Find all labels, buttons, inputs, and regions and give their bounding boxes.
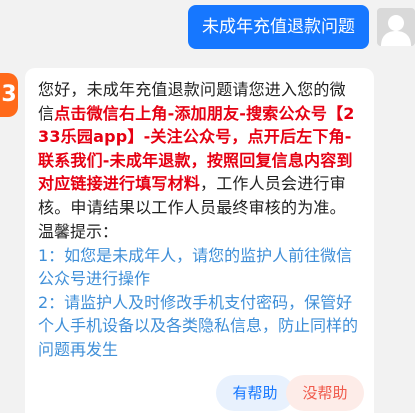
tips-title: 温馨提示：	[38, 222, 119, 241]
bot-reply-card: 您好，未成年充值退款问题请您进入您的微信点击微信右上角-添加朋友-搜索公众号【2…	[25, 68, 374, 413]
user-message-bubble: 未成年充值退款问题	[188, 5, 369, 49]
bot-reply-message: 您好，未成年充值退款问题请您进入您的微信点击微信右上角-添加朋友-搜索公众号【2…	[38, 78, 360, 219]
user-avatar[interactable]	[377, 8, 415, 46]
helpful-button[interactable]: 有帮助	[216, 375, 294, 411]
tip-item-1: 1：如您是未成年人，请您的监护人前往微信公众号进行操作	[38, 245, 353, 289]
bot-avatar-badge: 3	[0, 73, 18, 117]
tip-item-2: 2：请监护人及时修改手机支付密码，保管好个人手机设备以及各类隐私信息，防止同样的…	[38, 292, 359, 359]
feedback-row: 有帮助 没帮助	[25, 375, 374, 411]
user-silhouette-icon	[377, 8, 415, 46]
unhelpful-button[interactable]: 没帮助	[286, 375, 364, 411]
